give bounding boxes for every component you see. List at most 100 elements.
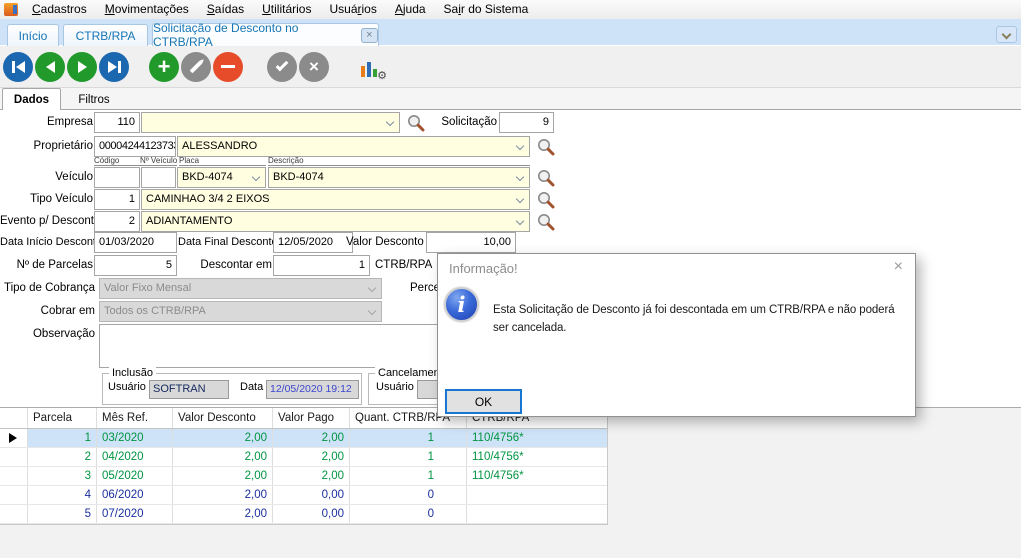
- row-gutter: [0, 467, 28, 485]
- tipo-cobranca-combo: Valor Fixo Mensal: [99, 278, 382, 299]
- table-row[interactable]: 2 04/2020 2,00 2,00 1 110/4756*: [0, 448, 607, 467]
- inclusao-data-label: Data: [240, 381, 263, 393]
- menu-sair-do-sistema[interactable]: Sair do Sistema: [435, 0, 538, 19]
- col-valor-pago[interactable]: Valor Pago: [273, 408, 350, 428]
- inclusao-usuario-label: Usuário: [108, 381, 146, 393]
- tab-inicio[interactable]: Início: [7, 24, 59, 46]
- evento-code-field[interactable]: 2: [94, 211, 140, 232]
- row-gutter: [0, 505, 28, 523]
- grid-gutter-header: [0, 408, 28, 428]
- tab-filtros[interactable]: Filtros: [63, 89, 125, 110]
- cancel-button[interactable]: ×: [299, 52, 329, 82]
- chevron-down-icon: [368, 307, 376, 315]
- proprietario-combo[interactable]: ALESSANDRO: [177, 136, 530, 157]
- tab-ctrb-rpa[interactable]: CTRB/RPA: [63, 24, 148, 46]
- menu-saidas[interactable]: Saídas: [198, 0, 253, 19]
- tipo-cobranca-label: Tipo de Cobrança: [0, 278, 95, 299]
- last-record-button[interactable]: [99, 52, 129, 82]
- first-record-button[interactable]: [3, 52, 33, 82]
- veiculo-numero-field[interactable]: [141, 167, 176, 188]
- app-window: Cadastros Movimentações Saídas Utilitári…: [0, 0, 1021, 558]
- dialog-close-icon[interactable]: ×: [894, 258, 903, 276]
- chevron-down-icon: [252, 173, 260, 181]
- codigo-column-label: Código: [94, 155, 140, 166]
- delete-button[interactable]: [213, 52, 243, 82]
- first-icon: [12, 61, 15, 73]
- grid-panel: Parcela Mês Ref. Valor Desconto Valor Pa…: [0, 407, 1021, 558]
- num-veiculo-column-label: Nº Veículo: [140, 155, 177, 166]
- minus-icon: [221, 65, 235, 68]
- tab-dados[interactable]: Dados: [2, 88, 61, 111]
- veiculo-codigo-field[interactable]: [94, 167, 140, 188]
- cobrar-em-combo: Todos os CTRB/RPA: [99, 301, 382, 322]
- tipo-veiculo-search-icon[interactable]: [536, 190, 556, 210]
- inclusao-group: Inclusão Usuário SOFTRAN Data 12/05/2020…: [102, 373, 362, 405]
- evento-label: Evento p/ Desconto: [0, 211, 93, 232]
- col-valor-desconto[interactable]: Valor Desconto: [173, 408, 273, 428]
- descontar-em-field[interactable]: 1: [273, 255, 370, 276]
- info-icon: i: [444, 287, 479, 322]
- tipo-veiculo-combo[interactable]: CAMINHAO 3/4 2 EIXOS: [141, 189, 530, 210]
- tab-close-icon[interactable]: ×: [361, 28, 378, 43]
- dialog-title: Informação!: [449, 261, 518, 276]
- table-row[interactable]: 4 06/2020 2,00 0,00 0: [0, 486, 607, 505]
- solicitacao-label: Solicitação: [420, 112, 497, 133]
- confirm-button[interactable]: [267, 52, 297, 82]
- check-icon: [276, 58, 289, 71]
- descricao-combo[interactable]: BKD-4074: [268, 167, 530, 188]
- gear-icon: ⚙: [377, 71, 387, 82]
- next-record-button[interactable]: [67, 52, 97, 82]
- row-gutter: [0, 448, 28, 466]
- x-icon: ×: [309, 53, 319, 81]
- menu-usuarios[interactable]: Usuários: [320, 0, 385, 19]
- evento-search-icon[interactable]: [536, 212, 556, 232]
- descontar-em-label: Descontar em: [178, 255, 272, 276]
- empresa-code-field[interactable]: 110: [94, 112, 140, 133]
- edit-button[interactable]: [181, 52, 211, 82]
- tab-overflow-button[interactable]: [996, 26, 1017, 43]
- table-row[interactable]: 3 05/2020 2,00 2,00 1 110/4756*: [0, 467, 607, 486]
- data-final-label: Data Final Desconto: [178, 232, 272, 253]
- info-dialog: Informação! × i Esta Solicitação de Desc…: [437, 253, 916, 417]
- next-icon: [78, 61, 87, 73]
- empresa-combo[interactable]: [141, 112, 400, 133]
- num-parcelas-field[interactable]: 5: [94, 255, 177, 276]
- menu-utilitarios[interactable]: Utilitários: [253, 0, 320, 19]
- chevron-down-icon: [516, 173, 524, 181]
- solicitacao-field[interactable]: 9: [499, 112, 554, 133]
- menu-ajuda[interactable]: Ajuda: [386, 0, 435, 19]
- plus-icon: +: [158, 54, 171, 80]
- ok-button[interactable]: OK: [445, 389, 522, 414]
- evento-combo[interactable]: ADIANTAMENTO: [141, 211, 530, 232]
- data-inicio-field[interactable]: 01/03/2020: [94, 232, 177, 253]
- table-row[interactable]: 5 07/2020 2,00 0,00 0: [0, 505, 607, 524]
- table-row[interactable]: 1 03/2020 2,00 2,00 1 110/4756*: [0, 429, 607, 448]
- proprietario-label: Proprietário: [0, 136, 93, 157]
- menu-cadastros[interactable]: Cadastros: [23, 0, 96, 19]
- proprietario-code-field[interactable]: 00004244123733: [94, 136, 176, 157]
- chevron-down-icon: [516, 195, 524, 203]
- tab-solicitacao-desconto[interactable]: Solicitação de Desconto no CTRB/RPA ×: [152, 23, 379, 46]
- report-chart-button[interactable]: ⚙: [359, 53, 385, 81]
- inclusao-legend: Inclusão: [109, 366, 156, 380]
- valor-desconto-field[interactable]: 10,00: [426, 232, 516, 253]
- col-parcela[interactable]: Parcela: [28, 408, 97, 428]
- ctrb-rpa-label: CTRB/RPA: [375, 255, 432, 276]
- data-final-field[interactable]: 12/05/2020: [273, 232, 353, 253]
- menu-movimentacoes[interactable]: Movimentações: [96, 0, 198, 19]
- cancelamento-usuario-label: Usuário: [376, 381, 414, 393]
- parcelas-grid: Parcela Mês Ref. Valor Desconto Valor Pa…: [0, 408, 608, 525]
- add-button[interactable]: +: [149, 52, 179, 82]
- col-mes-ref[interactable]: Mês Ref.: [97, 408, 173, 428]
- valor-desconto-label: Valor Desconto: [346, 232, 422, 253]
- proprietario-search-icon[interactable]: [536, 137, 556, 157]
- cobrar-em-label: Cobrar em: [0, 301, 95, 322]
- inclusao-usuario-field: SOFTRAN: [149, 380, 229, 399]
- placa-column-label: Placa: [179, 155, 266, 166]
- previous-record-button[interactable]: [35, 52, 65, 82]
- placa-combo[interactable]: BKD-4074: [177, 167, 266, 188]
- veiculo-search-icon[interactable]: [536, 168, 556, 188]
- empresa-label: Empresa: [0, 112, 93, 133]
- tipo-veiculo-code-field[interactable]: 1: [94, 189, 140, 210]
- app-icon-stripe: [13, 5, 17, 14]
